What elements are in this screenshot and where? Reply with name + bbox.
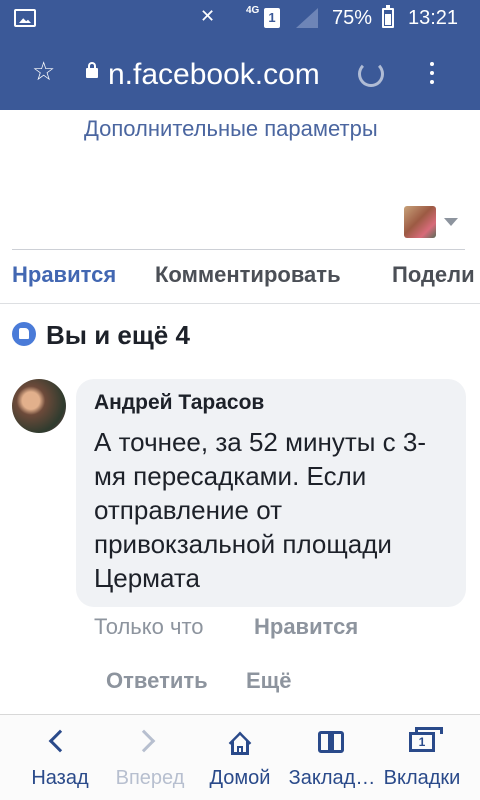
home-icon [224,727,256,759]
comment-button[interactable]: Комментировать [155,262,341,288]
commenter-avatar[interactable] [12,379,66,433]
bookmarks-button[interactable]: Заклад… [282,715,382,800]
battery-icon [382,5,394,28]
mute-icon: ✕ [200,6,216,26]
url-field[interactable]: n.facebook.com [108,58,320,92]
comment-timestamp: Только что [94,614,204,639]
divider [12,249,465,250]
browser-toolbar: ☆ n.facebook.com [0,36,480,110]
chevron-down-icon[interactable] [444,218,458,226]
tabs-label: Вкладки [383,767,461,789]
back-button[interactable]: Назад [12,715,108,800]
more-options-link[interactable]: Дополнительные параметры [84,116,378,142]
tabs-icon: 1 [406,727,443,759]
gallery-notification-icon [14,9,36,27]
home-label: Домой [209,767,271,789]
back-label: Назад [31,767,89,789]
lock-icon [86,62,98,78]
star-icon[interactable]: ☆ [32,58,55,84]
actor-selector[interactable] [0,200,480,244]
overflow-menu-icon[interactable] [430,62,434,84]
reload-icon[interactable] [358,61,384,87]
divider [0,303,480,304]
avatar[interactable] [404,206,436,238]
screen: ✕ 4G 1 75% 13:21 ☆ n.facebook.com Дополн… [0,0,480,800]
status-bar: ✕ 4G 1 75% 13:21 [0,0,480,36]
sim-icon: 1 [264,8,280,28]
back-icon [44,727,76,759]
signal-icon [296,8,318,28]
reactions-text[interactable]: Вы и ещё 4 [46,320,190,351]
like-reaction-icon [12,322,36,346]
browser-bottom-nav: Назад Вперед Домой Заклад… 1 Вкладки [0,714,480,800]
post-action-bar: Нравится Комментировать Подели [0,258,480,298]
forward-label: Вперед [115,767,185,789]
bookmarks-icon [316,727,348,759]
battery-percent: 75% [332,7,373,29]
home-button[interactable]: Домой [192,715,288,800]
tabs-count: 1 [409,727,443,752]
comment-author[interactable]: Андрей Тарасов [94,391,264,415]
comment-more-button[interactable]: Ещё [246,668,291,694]
bookmarks-label: Заклад… [288,767,376,789]
comment-like-button[interactable]: Нравится [254,614,358,640]
share-button[interactable]: Подели [392,262,475,288]
comment-bubble: Андрей Тарасов А точнее, за 52 минуты с … [76,379,466,607]
network-type: 4G [246,5,260,16]
tabs-button[interactable]: 1 Вкладки [372,715,472,800]
clock: 13:21 [408,7,459,29]
forward-button[interactable]: Вперед [102,715,198,800]
like-button[interactable]: Нравится [12,262,116,288]
comment-text: А точнее, за 52 минуты с 3-мя пересадкам… [94,427,427,593]
reply-button[interactable]: Ответить [106,668,208,694]
forward-icon [132,727,166,759]
